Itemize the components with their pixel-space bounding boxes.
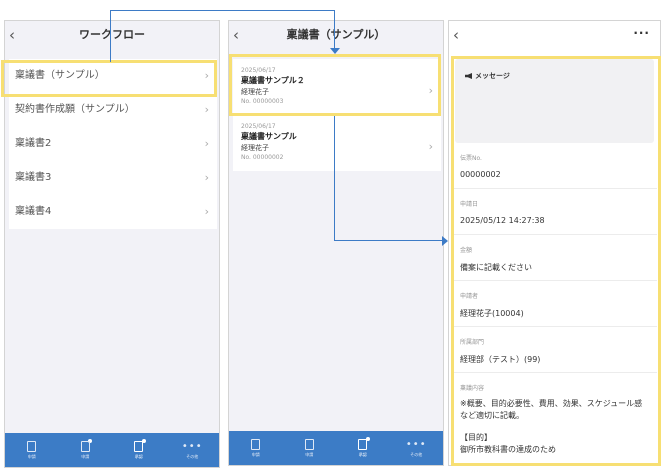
more-icon: ••• [181,440,203,452]
workflow-item[interactable]: 稟議書3 › [9,161,217,195]
application-number: No. 00000003 [241,98,284,105]
application-applicant: 経理花子 [241,88,269,96]
approve-document-icon [134,440,144,452]
field-department: 所属部門 経理部（テスト）(99) [452,327,657,373]
edit-document-icon [304,438,314,450]
edit-document-icon [80,440,90,452]
tab-other[interactable]: ••• その他 [390,431,444,465]
application-list: 2025/06/17 稟議書サンプル２ 経理花子 No. 00000003 › … [233,59,441,171]
workflow-item[interactable]: 稟議書2 › [9,127,217,161]
more-options-icon[interactable]: ··· [633,21,650,47]
application-number: No. 00000002 [241,154,284,161]
back-chevron-icon[interactable]: ‹ [9,21,15,49]
flow-arrow-line [334,240,444,241]
workflow-item[interactable]: 契約書作成願（サンプル） › [9,93,217,127]
page-title: ワークフロー [79,28,145,41]
chevron-right-icon: › [204,137,209,150]
workflow-item[interactable]: 稟議書4 › [9,195,217,229]
flow-arrow-line [334,116,335,241]
application-title: 稟議書サンプル [241,132,297,141]
chevron-right-icon: › [204,171,209,184]
message-label: メッセージ [475,72,510,80]
field-application-date: 申請日 2025/05/12 14:27:38 [452,189,657,235]
chevron-right-icon: › [204,69,209,82]
application-date: 2025/06/17 [241,67,276,74]
tab-request[interactable]: 申請 [283,431,337,465]
tab-other[interactable]: ••• その他 [166,433,220,467]
flow-arrow-line [334,10,335,50]
application-applicant: 経理花子 [241,144,269,152]
application-item[interactable]: 2025/06/17 稟議書サンプル２ 経理花子 No. 00000003 › [233,59,441,115]
chevron-right-icon: › [204,205,209,218]
field-amount: 金額 備案に記載ください [452,235,657,281]
arrow-head-icon [442,236,448,246]
back-chevron-icon[interactable]: ‹ [233,21,239,49]
application-detail-screen: ‹ ··· メッセージ 伝票No. 00000002 申請日 2025/05/1… [448,20,661,466]
application-title: 稟議書サンプル２ [241,76,305,85]
field-slip-no: 伝票No. 00000002 [452,143,657,189]
more-icon: ••• [405,438,427,450]
workflow-screen: ‹ ワークフロー 稟議書（サンプル） › 契約書作成願（サンプル） › 稟議書2 › … [4,20,220,468]
nav-bar: ‹ ワークフロー [5,21,219,49]
document-icon [251,438,261,450]
tab-approve[interactable]: 承認 [336,431,390,465]
chevron-right-icon: › [428,140,433,153]
workflow-item[interactable]: 稟議書（サンプル） › [9,59,217,93]
field-content: 稟議内容 ※概要、目的必要性、費用、効果、スケジュール感など適切に記載。 【目的… [460,385,643,454]
tab-bar: 申請 申請 承認 ••• その他 [229,431,443,465]
tab-apply[interactable]: 申請 [5,433,59,467]
nav-bar: ‹ 稟議書（サンプル） [229,21,443,49]
document-icon [27,440,37,452]
application-item[interactable]: 2025/06/17 稟議書サンプル 経理花子 No. 00000002 › [233,115,441,171]
message-panel: メッセージ [455,59,654,143]
nav-bar: ‹ ··· [449,21,660,49]
tab-apply[interactable]: 申請 [229,431,283,465]
workflow-list: 稟議書（サンプル） › 契約書作成願（サンプル） › 稟議書2 › 稟議書3 › 稟議書… [9,59,217,229]
tab-approve[interactable]: 承認 [112,433,166,467]
tab-request[interactable]: 申請 [59,433,113,467]
megaphone-icon [465,73,472,79]
flow-arrow-line [110,10,335,11]
field-applicant: 申請者 経理花子(10004) [452,281,657,327]
flow-arrow-line [110,10,111,62]
page-title: 稟議書（サンプル） [286,28,386,41]
arrow-head-icon [330,48,340,54]
tab-bar: 申請 申請 承認 ••• その他 [5,433,219,467]
application-date: 2025/06/17 [241,123,276,130]
application-list-screen: ‹ 稟議書（サンプル） 2025/06/17 稟議書サンプル２ 経理花子 No.… [228,20,444,466]
chevron-right-icon: › [204,103,209,116]
chevron-right-icon: › [428,84,433,97]
approve-document-icon [358,438,368,450]
back-chevron-icon[interactable]: ‹ [453,21,459,49]
